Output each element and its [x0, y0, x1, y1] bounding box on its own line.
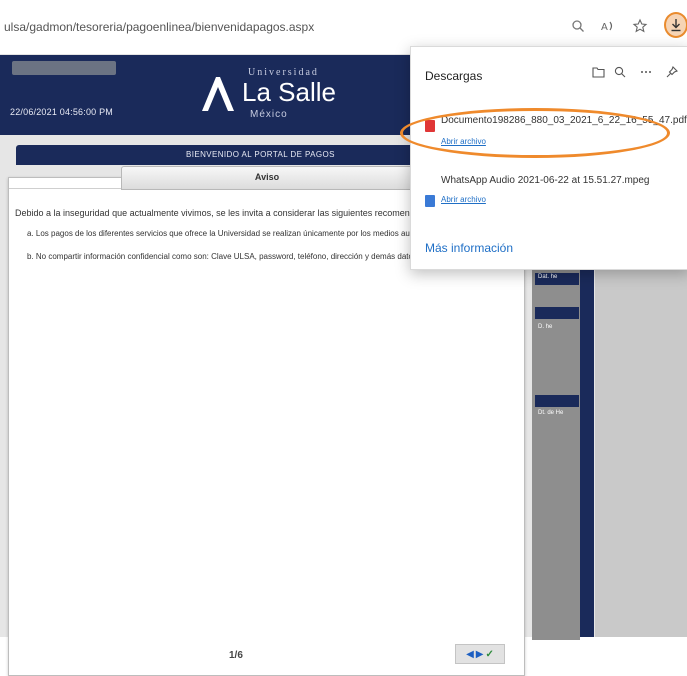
dialog-nav-controls: ◀ ▶ ✓	[455, 644, 505, 664]
header-tab	[12, 61, 116, 75]
page-indicator: 1/6	[229, 650, 243, 661]
read-aloud-icon[interactable]: A	[596, 14, 620, 38]
logo-country-text: México	[250, 109, 288, 120]
url-text[interactable]: ulsa/gadmon/tesoreria/pagoenlinea/bienve…	[4, 20, 314, 34]
side-stripe	[535, 307, 579, 319]
previous-arrow-icon[interactable]: ◀	[466, 649, 474, 660]
zoom-icon[interactable]	[566, 14, 590, 38]
side-stripe-label: Dat. he	[538, 274, 558, 280]
download-item-name[interactable]: Documento198286_880_03_2021_6_22_16_55_4…	[441, 115, 687, 126]
logo-name-text: La Salle	[242, 77, 336, 107]
search-icon[interactable]	[611, 63, 629, 81]
confirm-check-icon[interactable]: ✓	[486, 649, 494, 660]
dialog-title: Aviso	[254, 172, 280, 182]
university-logo: Universidad La Salle México	[198, 63, 348, 129]
download-icon[interactable]	[664, 12, 687, 38]
folder-icon[interactable]	[589, 63, 607, 81]
open-file-link[interactable]: Abrir archivo	[441, 195, 486, 204]
favorites-icon[interactable]	[628, 14, 652, 38]
more-info-link[interactable]: Más información	[425, 241, 513, 255]
side-stripe-label: D. he	[538, 324, 553, 330]
dialog-title-bar: Aviso	[121, 166, 413, 190]
pin-icon[interactable]	[663, 63, 681, 81]
lasalle-emblem-icon	[202, 77, 234, 111]
open-file-link[interactable]: Abrir archivo	[441, 137, 486, 146]
more-icon[interactable]	[637, 63, 655, 81]
side-stripe-label: Dt. de He	[538, 410, 564, 416]
side-border	[580, 255, 594, 637]
next-arrow-icon[interactable]: ▶	[476, 649, 484, 660]
pdf-file-icon	[425, 120, 435, 132]
audio-file-icon	[425, 195, 435, 207]
downloads-panel: Descargas Documento198286_880_03_2021_6_…	[410, 46, 687, 270]
side-stripe	[535, 395, 579, 407]
downloads-title: Descargas	[425, 69, 483, 83]
header-datetime: 22/06/2021 04:56:00 PM	[10, 107, 113, 117]
download-item-name[interactable]: WhatsApp Audio 2021-06-22 at 15.51.27.mp…	[441, 175, 649, 186]
portal-banner-text: BIENVENIDO AL PORTAL DE PAGOS	[186, 150, 335, 159]
site-header: 22/06/2021 04:56:00 PM Universidad La Sa…	[0, 55, 420, 135]
svg-text:A: A	[601, 22, 608, 33]
